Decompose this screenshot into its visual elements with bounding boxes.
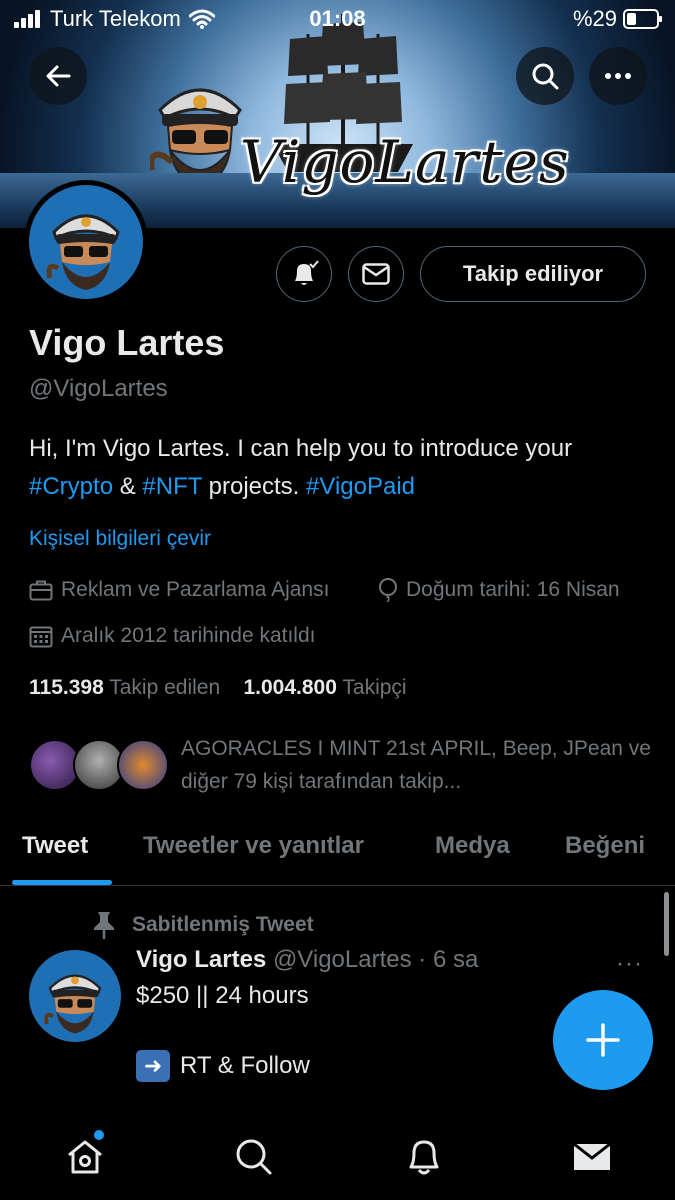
scrollbar[interactable] (664, 892, 669, 956)
more-options-button[interactable] (589, 47, 647, 105)
nav-notifications[interactable] (402, 1135, 446, 1179)
profile-avatar[interactable] (24, 180, 148, 304)
notifications-bell-button[interactable] (276, 246, 332, 302)
tweet-text-line: $250 || 24 hours (136, 982, 309, 1009)
bell-check-icon (295, 260, 319, 285)
banner-brand-text: VigoLartes (240, 128, 570, 196)
search-icon (532, 63, 559, 90)
status-bar: Turk Telekom 01:08 %29 (0, 0, 675, 40)
profile-birthday: Doğum tarihi: 16 Nisan (378, 578, 620, 602)
back-button[interactable] (29, 47, 87, 105)
profile-name: Vigo Lartes (29, 322, 225, 363)
tweet-more-button[interactable]: ··· (616, 950, 643, 978)
briefcase-icon (29, 580, 53, 601)
plus-icon (586, 1023, 620, 1057)
bottom-navigation (0, 1105, 675, 1200)
translate-bio-link[interactable]: Kişisel bilgileri çevir (29, 527, 211, 551)
follower-avatar (117, 739, 169, 791)
profile-category: Reklam ve Pazarlama Ajansı (29, 578, 329, 602)
tweet-text-line: ➜ RT & Follow (136, 1050, 310, 1082)
captain-avatar-illustration (44, 974, 102, 1034)
birthday-text: Doğum tarihi: 16 Nisan (406, 578, 620, 601)
tweet-time: · 6 sa (418, 946, 479, 973)
tab-likes[interactable]: Beğeni (565, 832, 645, 860)
battery-percent: %29 (572, 6, 617, 31)
follow-counts: 115.398 Takip edilen 1.004.800 Takipçi (29, 676, 407, 700)
bio-text: projects. (201, 473, 307, 500)
hashtag-nft[interactable]: #NFT (142, 473, 202, 500)
tweet-author-name[interactable]: Vigo Lartes (136, 946, 266, 973)
tweet-author-handle[interactable]: @VigoLartes (273, 946, 412, 973)
following-label: Takip edilen (109, 676, 221, 699)
followed-by-row[interactable]: AGORACLES I MINT 21st APRIL, Beep, JPean… (29, 732, 651, 798)
following-button[interactable]: Takip ediliyor (420, 246, 646, 302)
hashtag-crypto[interactable]: #Crypto (29, 473, 113, 500)
search-icon (236, 1139, 272, 1175)
followers-count: 1.004.800 (243, 676, 337, 699)
balloon-icon (379, 578, 397, 602)
tweet-text: RT & Follow (180, 1052, 310, 1079)
avatar-image (29, 185, 143, 299)
active-tab-indicator (12, 880, 112, 885)
joined-text: Aralık 2012 tarihinde katıldı (61, 624, 316, 647)
bell-icon (409, 1140, 439, 1175)
captain-avatar-illustration (46, 214, 120, 290)
more-icon (605, 73, 631, 79)
profile-handle: @VigoLartes (29, 375, 168, 402)
following-link[interactable]: 115.398 Takip edilen (29, 676, 220, 699)
calendar-icon (29, 626, 53, 648)
mail-icon (573, 1142, 611, 1170)
pin-icon (94, 912, 114, 939)
message-button[interactable] (348, 246, 404, 302)
battery-group: %29 (573, 6, 663, 32)
back-arrow-icon (46, 65, 71, 87)
tab-media[interactable]: Medya (435, 832, 510, 860)
following-count: 115.398 (29, 676, 104, 699)
pinned-tweet-label: Sabitlenmiş Tweet (92, 910, 314, 940)
tweet-author-avatar[interactable] (29, 950, 121, 1042)
search-button[interactable] (516, 47, 574, 105)
battery-icon (623, 9, 662, 29)
compose-tweet-button[interactable] (553, 990, 653, 1090)
right-arrow-emoji-icon: ➜ (136, 1050, 170, 1082)
followed-by-text: AGORACLES I MINT 21st APRIL, Beep, JPean… (181, 737, 651, 793)
nav-messages[interactable] (570, 1135, 614, 1179)
nav-home[interactable] (63, 1135, 107, 1179)
tab-tweets-and-replies[interactable]: Tweetler ve yanıtlar (143, 832, 364, 860)
profile-tabs: Tweet Tweetler ve yanıtlar Medya Beğeni (0, 822, 675, 886)
profile-joined-date: Aralık 2012 tarihinde katıldı (29, 624, 315, 648)
pinned-text: Sabitlenmiş Tweet (132, 913, 314, 936)
tab-tweets[interactable]: Tweet (22, 832, 88, 860)
category-text: Reklam ve Pazarlama Ajansı (61, 578, 330, 601)
captain-mascot-illustration (150, 88, 242, 188)
bio-text: & (113, 473, 143, 500)
followers-label: Takipçi (342, 676, 407, 699)
home-new-indicator (94, 1130, 104, 1140)
profile-bio: Hi, I'm Vigo Lartes. I can help you to i… (29, 430, 659, 506)
tweet-header: Vigo Lartes @VigoLartes · 6 sa (136, 946, 478, 974)
home-icon (68, 1140, 102, 1174)
followers-link[interactable]: 1.004.800 Takipçi (243, 676, 406, 699)
hashtag-vigopaid[interactable]: #VigoPaid (306, 473, 415, 500)
mail-icon (362, 263, 390, 285)
bio-text: Hi, I'm Vigo Lartes. I can help you to i… (29, 435, 573, 462)
nav-explore[interactable] (232, 1135, 276, 1179)
